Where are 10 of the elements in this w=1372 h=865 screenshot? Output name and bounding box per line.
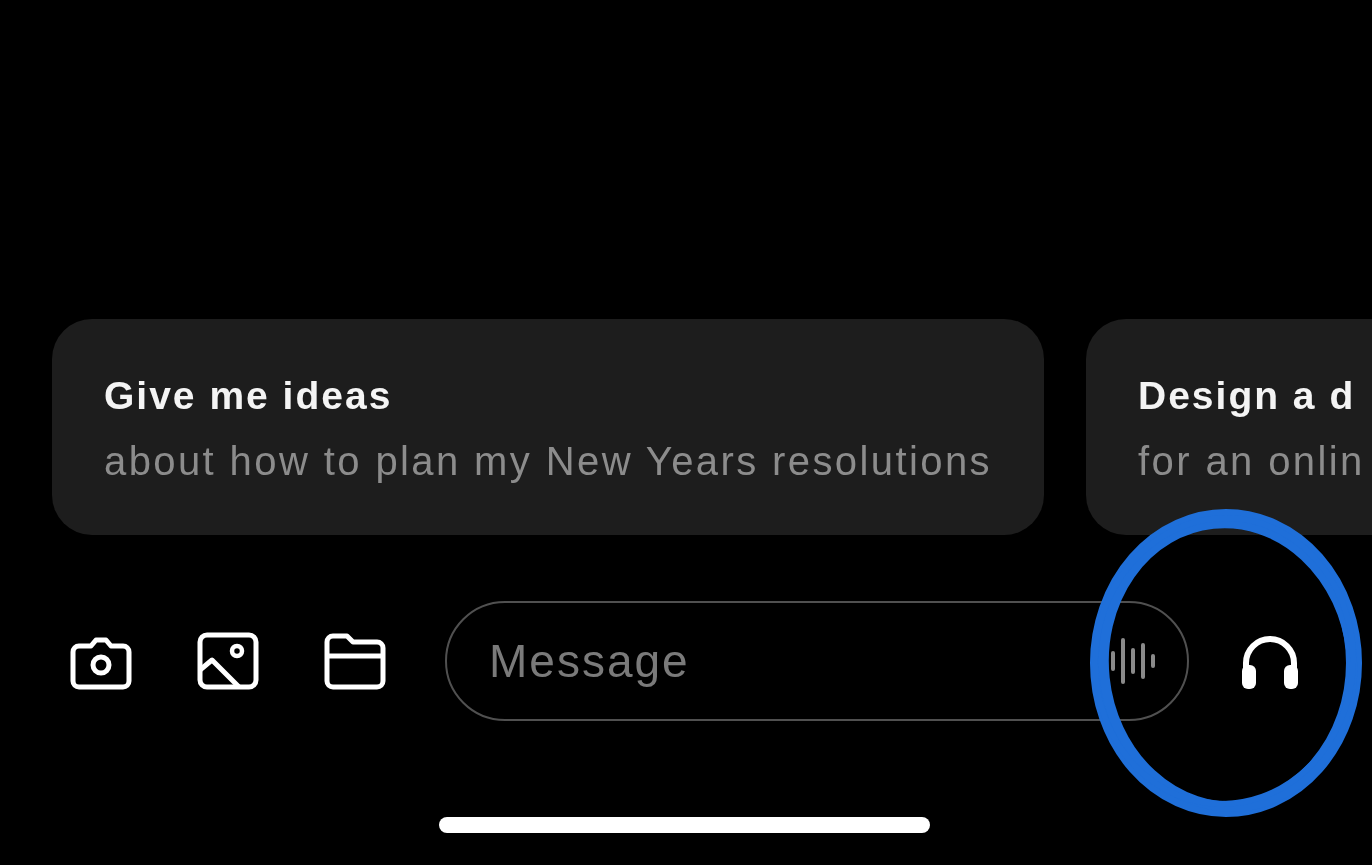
suggestion-card[interactable]: Give me ideas about how to plan my New Years resolutions [52,319,1044,535]
image-icon[interactable] [197,632,259,690]
suggestion-title: Give me ideas [104,373,393,419]
waveform-icon[interactable] [1109,636,1157,686]
message-field[interactable]: Message [445,601,1189,721]
suggestion-card[interactable]: Design a d for an onlin [1086,319,1372,535]
suggestion-subtitle: for an onlin [1138,438,1365,485]
folder-icon[interactable] [324,632,386,690]
suggestion-subtitle: about how to plan my New Years resolutions [104,438,992,485]
suggestion-title: Design a d [1138,373,1356,419]
